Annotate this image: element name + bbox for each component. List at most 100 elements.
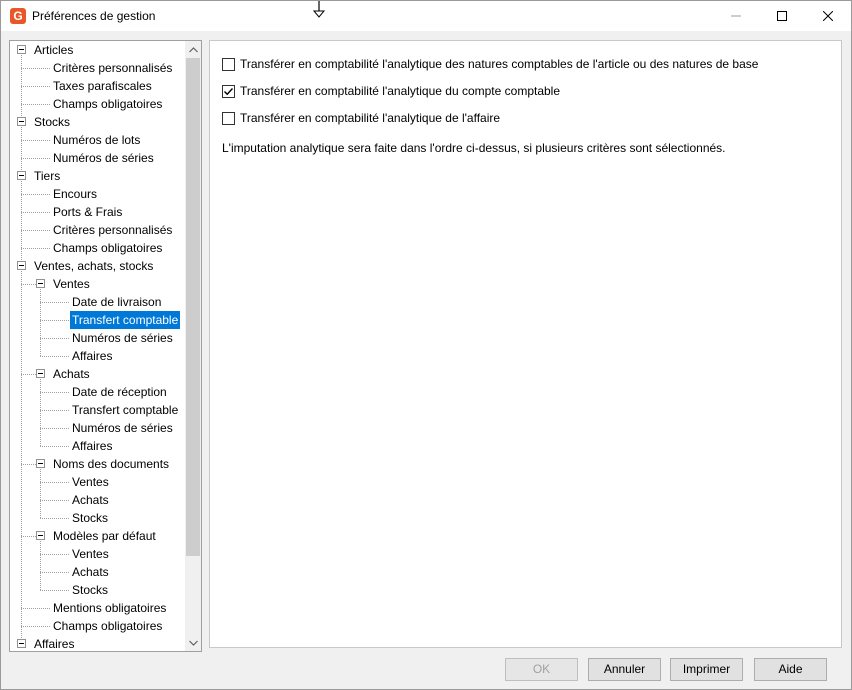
tree-content: Articles Critères personnalisés Taxes para… — [10, 41, 186, 651]
tree-item-label: Numéros de séries — [72, 421, 173, 435]
tree-connector — [21, 86, 50, 87]
minimize-icon — [731, 15, 741, 17]
tree-item-label: Encours — [53, 187, 98, 201]
tree-item[interactable]: Affaires — [10, 347, 186, 365]
tree-item[interactable]: Critères personnalisés — [10, 59, 186, 77]
tree-connector — [21, 181, 22, 248]
maximize-icon — [777, 11, 787, 21]
chevron-up-icon — [188, 46, 198, 52]
tree-connector — [21, 284, 36, 285]
close-button[interactable] — [805, 1, 851, 31]
tree-item[interactable]: Date de réception — [10, 383, 186, 401]
tree-connector — [21, 104, 50, 105]
tree-item[interactable]: Affaires — [10, 437, 186, 455]
tree-connector — [40, 410, 69, 411]
collapse-toggle-icon[interactable] — [36, 279, 45, 288]
preferences-tree[interactable]: Articles Critères personnalisés Taxes para… — [9, 40, 202, 652]
cancel-button[interactable]: Annuler — [588, 658, 661, 681]
minimize-button[interactable] — [713, 1, 759, 31]
affaire-checkbox[interactable] — [222, 111, 235, 125]
scroll-thumb[interactable] — [186, 58, 200, 556]
collapse-toggle-icon[interactable] — [17, 261, 26, 270]
tree-item[interactable]: Champs obligatoires — [10, 239, 186, 257]
scroll-up-button[interactable] — [185, 41, 201, 58]
print-button[interactable]: Imprimer — [670, 658, 743, 681]
tree-item[interactable]: Modèles par défaut — [10, 527, 186, 545]
tree-item-label: Tiers — [34, 169, 61, 183]
tree-connector — [21, 212, 50, 213]
tree-item-label: Ventes, achats, stocks — [34, 259, 154, 273]
tree-connector — [40, 379, 41, 446]
tree-item[interactable]: Numéros de séries — [10, 419, 186, 437]
tree-item[interactable]: Ventes — [10, 473, 186, 491]
title-bar[interactable]: G Préférences de gestion — [1, 1, 851, 31]
account-checkbox[interactable] — [222, 84, 235, 98]
tree-connector — [21, 608, 50, 609]
tree-item-label: Articles — [34, 43, 74, 57]
tree-item-label: Affaires — [34, 637, 75, 651]
help-button[interactable]: Aide — [754, 658, 827, 681]
tree-item[interactable]: Achats — [10, 365, 186, 383]
tree-item[interactable]: Tiers — [10, 167, 186, 185]
tree-item[interactable]: Stocks — [10, 581, 186, 599]
tree-connector — [40, 554, 69, 555]
option-row-affaire[interactable]: Transférer en comptabilité l'analytique … — [222, 110, 500, 126]
maximize-button[interactable] — [759, 1, 805, 31]
tree-item[interactable]: Date de livraison — [10, 293, 186, 311]
tree-item-label: Champs obligatoires — [53, 97, 163, 111]
tree-item[interactable]: Achats — [10, 491, 186, 509]
tree-item[interactable]: Encours — [10, 185, 186, 203]
tree-item-label: Stocks — [72, 511, 109, 525]
tree-connector — [40, 482, 69, 483]
collapse-toggle-icon[interactable] — [17, 639, 26, 648]
article-natures-checkbox[interactable] — [222, 57, 235, 71]
ok-button[interactable]: OK — [505, 658, 578, 681]
tree-connector — [21, 158, 50, 159]
tree-connector — [40, 302, 69, 303]
tree-item[interactable]: Numéros de lots — [10, 131, 186, 149]
tree-item[interactable]: Achats — [10, 563, 186, 581]
tree-item[interactable]: Ventes — [10, 545, 186, 563]
collapse-toggle-icon[interactable] — [17, 171, 26, 180]
collapse-toggle-icon[interactable] — [36, 531, 45, 540]
tree-item[interactable]: Mentions obligatoires — [10, 599, 186, 617]
tree-item[interactable]: Stocks — [10, 113, 186, 131]
tree-item[interactable]: Champs obligatoires — [10, 95, 186, 113]
tree-item[interactable]: Noms des documents — [10, 455, 186, 473]
collapse-toggle-icon[interactable] — [17, 117, 26, 126]
tree-scrollbar[interactable] — [185, 41, 201, 651]
tree-item[interactable]: Critères personnalisés — [10, 221, 186, 239]
tree-item-label: Critères personnalisés — [53, 223, 173, 237]
tree-item-label-selected: Transfert comptable — [70, 311, 181, 329]
tree-connector — [21, 464, 36, 465]
collapse-toggle-icon[interactable] — [36, 459, 45, 468]
tree-item-label: Numéros de séries — [53, 151, 154, 165]
option-label: Transférer en comptabilité l'analytique … — [240, 111, 501, 125]
tree-item[interactable]: Ventes — [10, 275, 186, 293]
tree-item-label: Date de livraison — [72, 295, 162, 309]
tree-item-label: Affaires — [72, 349, 113, 363]
tree-item[interactable]: Numéros de séries — [10, 329, 186, 347]
tree-item[interactable]: Taxes parafiscales — [10, 77, 186, 95]
tree-connector — [40, 428, 69, 429]
collapse-toggle-icon[interactable] — [17, 45, 26, 54]
tree-item[interactable]: Numéros de séries — [10, 149, 186, 167]
tree-item[interactable]: Transfert comptable — [10, 401, 186, 419]
tree-item[interactable]: Articles — [10, 41, 186, 59]
collapse-toggle-icon[interactable] — [36, 369, 45, 378]
tree-connector — [40, 392, 69, 393]
tree-item[interactable]: Ports & Frais — [10, 203, 186, 221]
tree-connector — [21, 55, 22, 104]
scroll-down-button[interactable] — [185, 634, 201, 651]
tree-item[interactable]: Affaires — [10, 635, 186, 651]
tree-item-label: Ports & Frais — [53, 205, 123, 219]
tree-connector — [21, 626, 50, 627]
tree-connector — [40, 500, 69, 501]
tree-item[interactable]: Champs obligatoires — [10, 617, 186, 635]
option-row-article-natures[interactable]: Transférer en comptabilité l'analytique … — [222, 56, 758, 72]
tree-item[interactable]: Stocks — [10, 509, 186, 527]
option-row-account[interactable]: Transférer en comptabilité l'analytique … — [222, 83, 560, 99]
tree-item[interactable]: Ventes, achats, stocks — [10, 257, 186, 275]
info-text: L'imputation analytique sera faite dans … — [222, 141, 726, 155]
tree-item[interactable]: Transfert comptable — [10, 311, 186, 329]
